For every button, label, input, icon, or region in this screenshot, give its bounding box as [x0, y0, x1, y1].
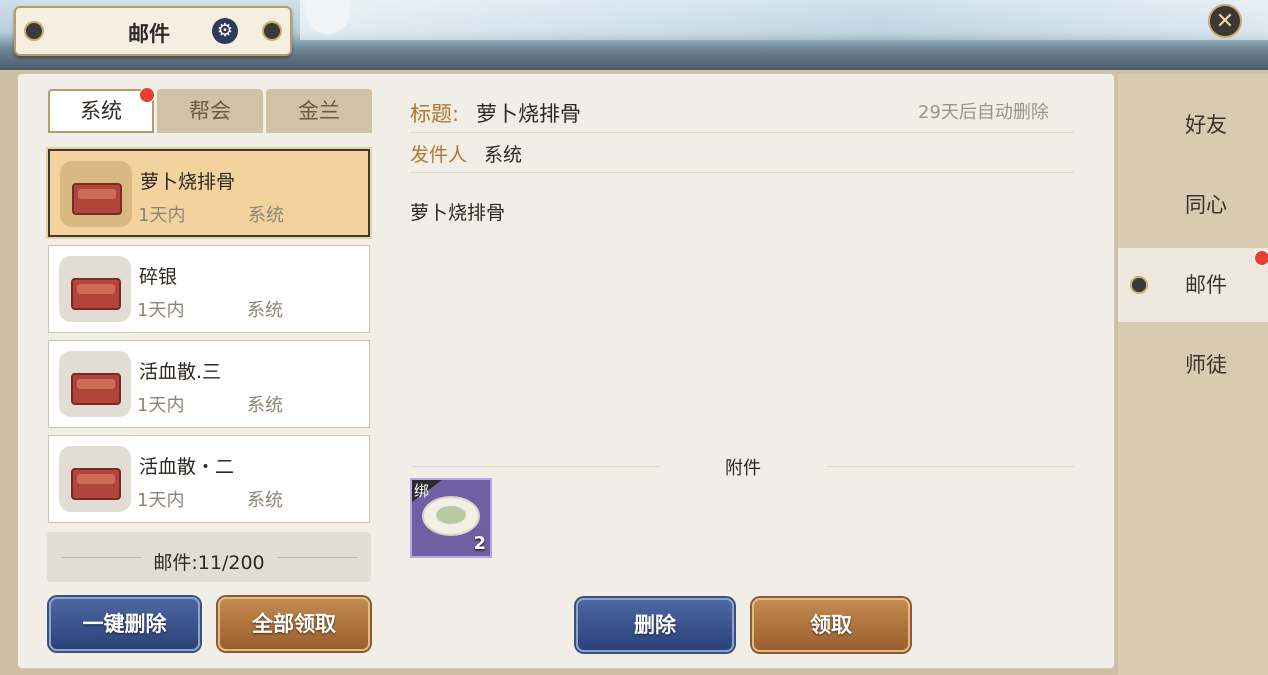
notification-badge [139, 87, 155, 103]
chest-icon [72, 183, 122, 215]
delete-button[interactable]: 删除 [576, 598, 734, 652]
notification-badge [1254, 250, 1268, 266]
side-nav: 好友 同心 邮件 师徒 [1118, 74, 1268, 675]
side-nav-mentor[interactable]: 师徒 [1118, 328, 1268, 402]
mail-item[interactable]: 碎银 1天内 系统 [48, 245, 370, 333]
mail-count: 邮件:11/200 [153, 552, 265, 574]
mail-sender: 系统 [247, 395, 283, 416]
divider [826, 466, 1074, 467]
tab-label: 系统 [80, 99, 122, 123]
ornament-icon [24, 21, 44, 41]
side-nav-label: 邮件 [1185, 273, 1227, 297]
tab-label: 金兰 [298, 99, 340, 123]
title-plaque: 邮件 ⚙ [14, 6, 292, 56]
chest-icon [71, 468, 121, 500]
divider [410, 132, 1074, 133]
mail-time: 1天内 [138, 205, 186, 226]
mail-sender: 系统 [247, 300, 283, 321]
side-nav-label: 同心 [1185, 193, 1227, 217]
gear-icon[interactable]: ⚙ [212, 18, 238, 44]
sender-label: 发件人 [410, 144, 468, 166]
side-nav-friends[interactable]: 好友 [1118, 88, 1268, 162]
mail-thumbnail [59, 446, 131, 512]
mail-name: 萝卜烧排骨 [140, 171, 236, 193]
delete-all-button[interactable]: 一键删除 [49, 597, 200, 651]
mail-thumbnail [60, 161, 132, 227]
bowl-food-icon [422, 496, 480, 536]
mail-name: 活血散.三 [139, 361, 222, 383]
tab-guild[interactable]: 帮会 [157, 89, 263, 133]
mail-title: 萝卜烧排骨 [476, 102, 581, 126]
mail-sender: 系统 [247, 490, 283, 511]
mail-thumbnail [59, 351, 131, 417]
mail-thumbnail [59, 256, 131, 322]
mail-time: 1天内 [137, 395, 185, 416]
mail-sender: 系统 [248, 205, 284, 226]
mail-count-bar: 邮件:11/200 [47, 532, 371, 582]
claim-all-button[interactable]: 全部领取 [218, 597, 370, 651]
mail-item[interactable]: 活血散・二 1天内 系统 [48, 435, 370, 523]
divider [410, 172, 1074, 173]
mail-name: 活血散・二 [139, 456, 235, 478]
ornament-icon [262, 21, 282, 41]
side-nav-mail[interactable]: 邮件 [1118, 248, 1268, 322]
chest-icon [71, 278, 121, 310]
attachment-label: 附件 [725, 458, 761, 479]
title-label: 标题: [410, 102, 460, 126]
bind-tag-label: 绑 [414, 482, 430, 500]
mail-time: 1天内 [137, 300, 185, 321]
chest-icon [71, 373, 121, 405]
mail-item[interactable]: 活血散.三 1天内 系统 [48, 340, 370, 428]
tab-label: 帮会 [189, 99, 231, 123]
side-nav-label: 师徒 [1185, 353, 1227, 377]
mail-body: 萝卜烧排骨 [410, 202, 506, 224]
close-icon[interactable]: ✕ [1208, 4, 1242, 38]
page-title: 邮件 [128, 21, 170, 46]
ornament-icon [1130, 276, 1148, 294]
attachment-item[interactable]: 绑 2 [410, 478, 492, 558]
divider [412, 466, 660, 467]
auto-delete-notice: 29天后自动删除 [918, 102, 1049, 123]
mail-item-selected[interactable]: 萝卜烧排骨 1天内 系统 [48, 149, 370, 237]
tab-sworn[interactable]: 金兰 [266, 89, 372, 133]
mail-name: 碎银 [139, 266, 178, 288]
side-nav-together[interactable]: 同心 [1118, 168, 1268, 242]
sender-value: 系统 [484, 144, 523, 166]
item-quantity: 2 [473, 533, 486, 554]
side-nav-label: 好友 [1185, 113, 1227, 137]
claim-button[interactable]: 领取 [752, 598, 910, 652]
cloud-decoration [300, 0, 1268, 40]
mail-time: 1天内 [137, 490, 185, 511]
